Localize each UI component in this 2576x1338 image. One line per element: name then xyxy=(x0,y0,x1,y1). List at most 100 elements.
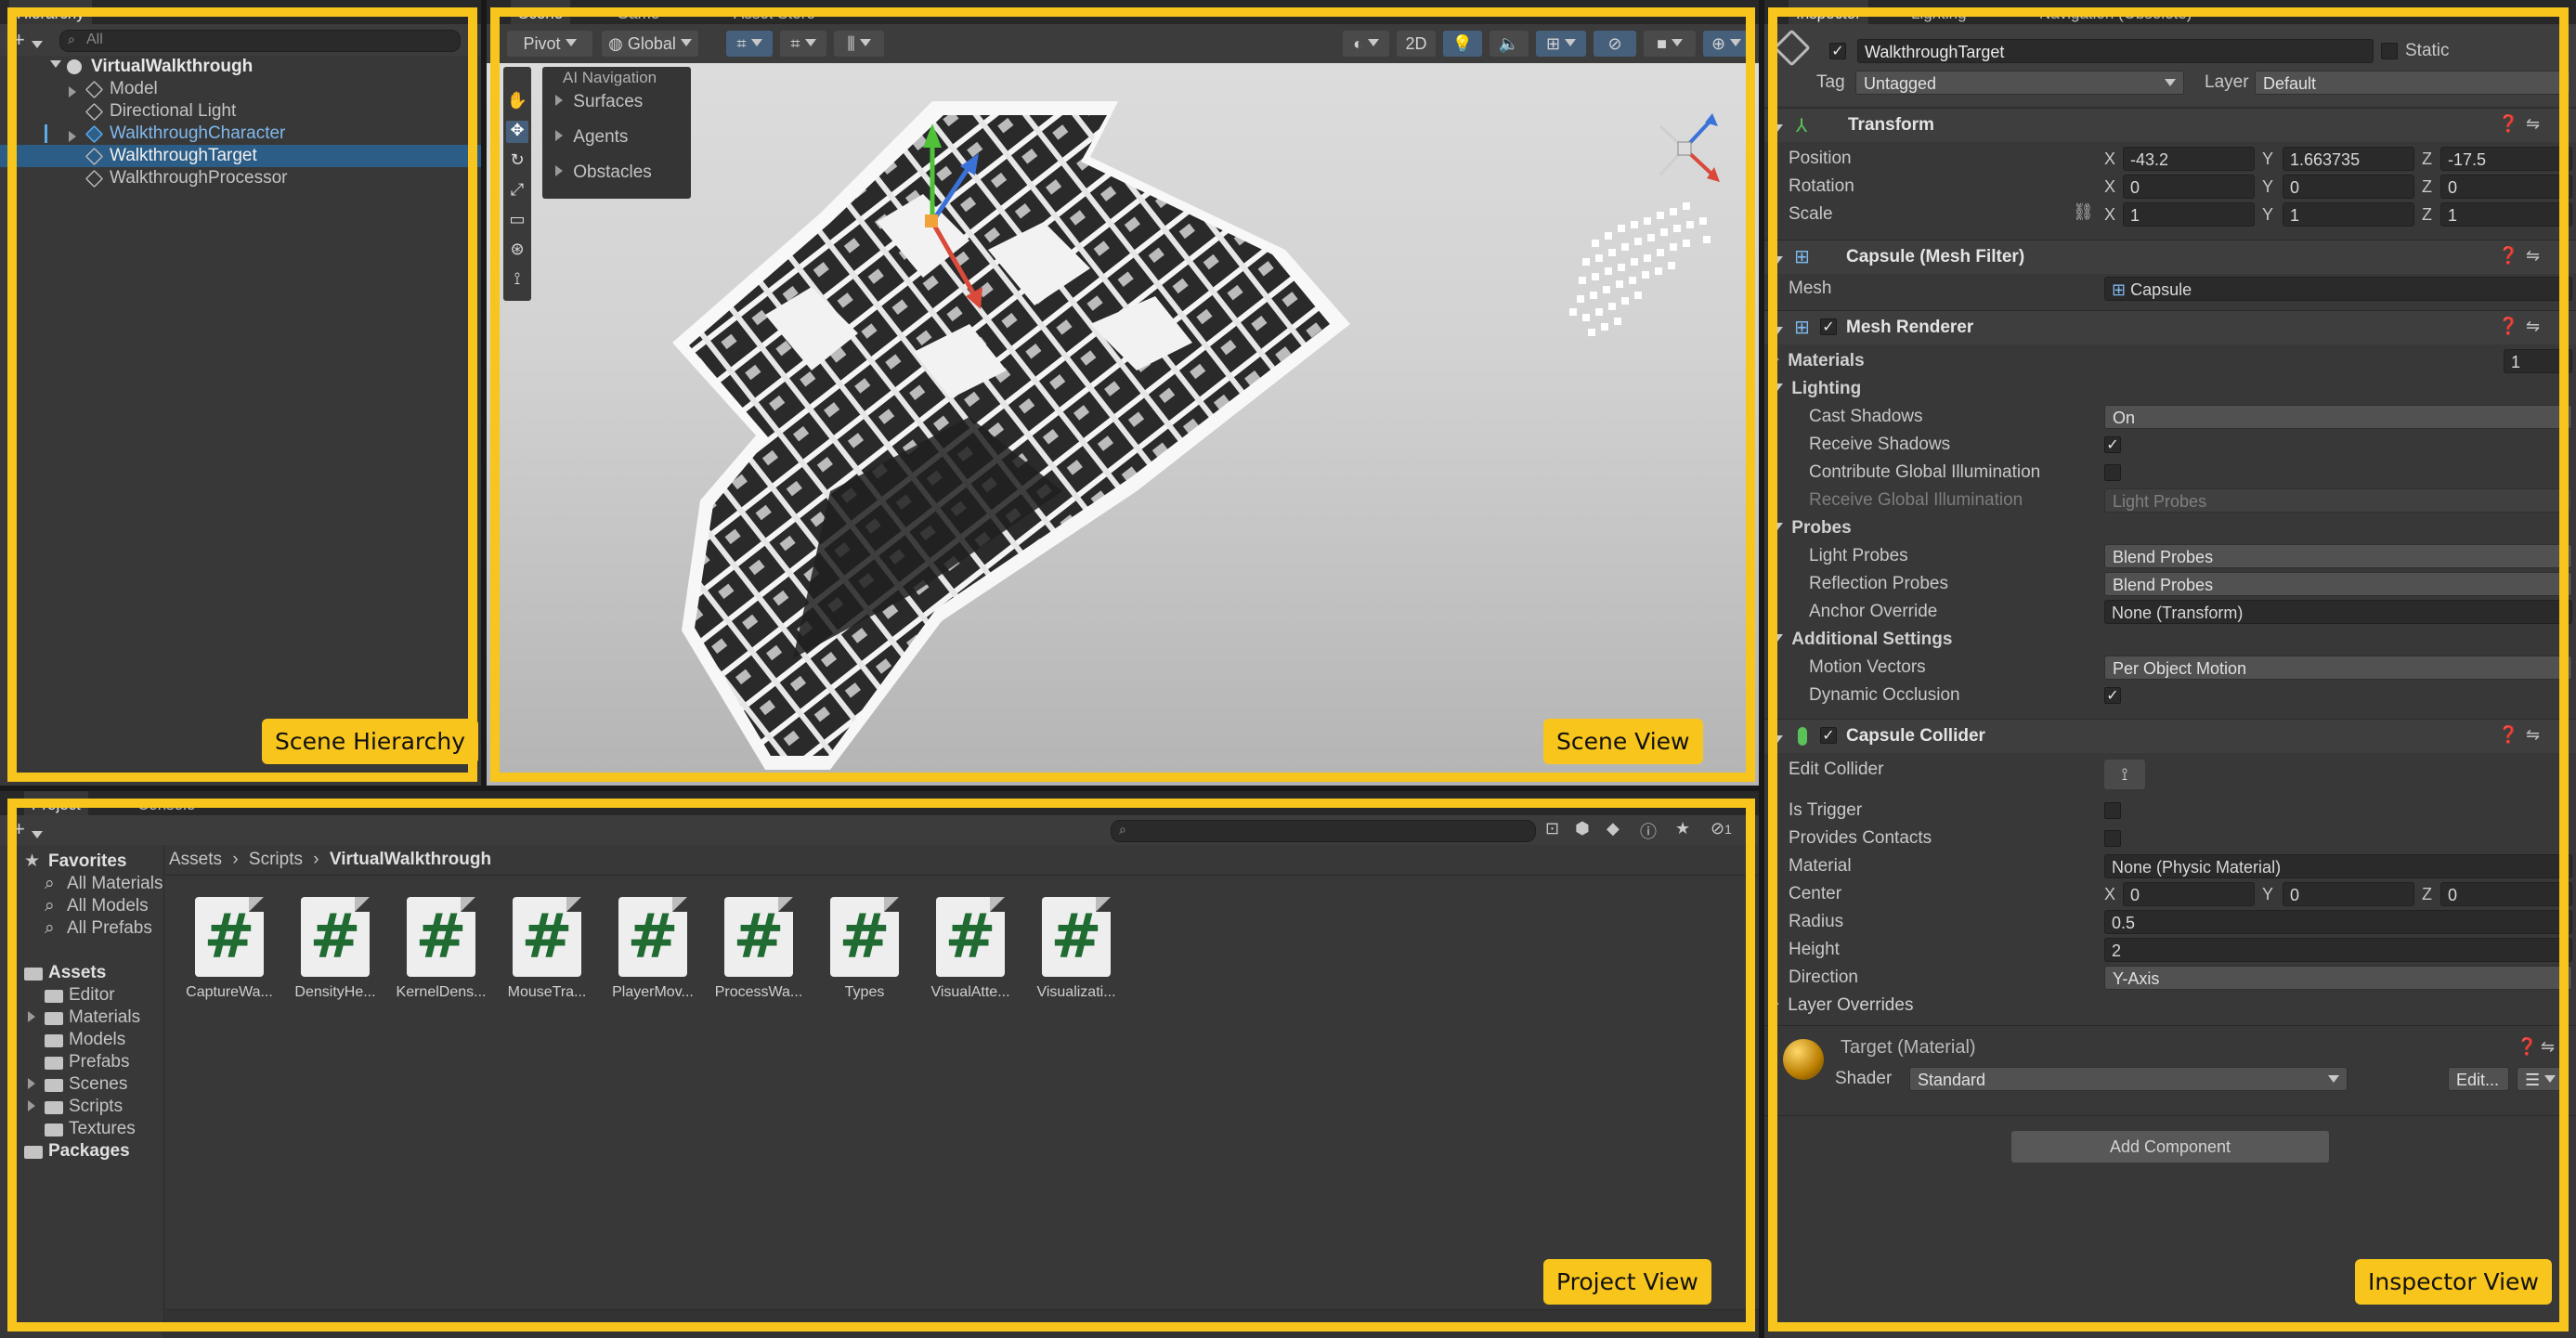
audio-toggle-icon[interactable]: 🔈 xyxy=(1490,31,1529,57)
dynamic-occlusion-checkbox[interactable]: ✓ xyxy=(2104,687,2121,704)
chevron-down-icon[interactable] xyxy=(1772,731,1783,751)
tag-dropdown[interactable]: Untagged xyxy=(1855,71,2184,95)
lighting-toggle-icon[interactable]: 💡 xyxy=(1443,31,1482,57)
tab-scene[interactable]: Scene xyxy=(511,0,571,24)
tab-asset-store[interactable]: Asset Store xyxy=(726,0,823,24)
hierarchy-search-input[interactable]: ⌕ All xyxy=(59,30,461,52)
search-by-type-icon[interactable]: ⊡ xyxy=(1545,819,1559,838)
folder-editor[interactable]: Editor xyxy=(0,984,163,1007)
gizmos-toggle-icon[interactable]: ⊕ xyxy=(1703,31,1750,57)
physic-material-field[interactable]: None (Physic Material) xyxy=(2104,854,2572,878)
probes-foldout[interactable]: Probes xyxy=(1772,516,1852,540)
help-icon[interactable]: ❓ xyxy=(2498,246,2518,266)
script-asset[interactable]: # DensityHe... xyxy=(286,897,384,1001)
help-icon[interactable]: ❓ xyxy=(2498,725,2518,745)
anchor-override-field[interactable]: None (Transform) xyxy=(2104,600,2572,624)
folder-textures[interactable]: Textures xyxy=(0,1118,163,1140)
hierarchy-item-walkthrough-target[interactable]: WalkthroughTarget xyxy=(0,145,481,167)
tab-game[interactable]: Game xyxy=(609,0,667,24)
height-field[interactable]: 2 xyxy=(2104,938,2572,962)
assets-folder[interactable]: Assets xyxy=(0,962,163,984)
info-icon[interactable]: ⓘ xyxy=(1640,819,1657,843)
visibility-toggle-icon[interactable]: ⊘ xyxy=(1594,31,1636,57)
favorite-item-all-prefabs[interactable]: ⌕ All Prefabs xyxy=(0,917,163,940)
folder-scripts[interactable]: Scripts xyxy=(0,1096,163,1118)
hidden-packages-icon[interactable]: ⊘1 xyxy=(1711,819,1732,838)
pivot-dropdown[interactable]: Pivot xyxy=(507,31,592,57)
shader-dropdown[interactable]: Standard xyxy=(1909,1067,2348,1091)
chevron-right-icon[interactable] xyxy=(28,1007,35,1030)
object-name-field[interactable]: WalkthroughTarget xyxy=(1857,39,2374,63)
tab-project[interactable]: Project xyxy=(24,791,88,815)
folder-scenes[interactable]: Scenes xyxy=(0,1073,163,1096)
script-asset[interactable]: # Types xyxy=(815,897,914,1001)
layer-dropdown[interactable]: Default xyxy=(2255,71,2570,95)
script-asset[interactable]: # PlayerMov... xyxy=(604,897,702,1001)
rotation-x-field[interactable]: 0 xyxy=(2123,175,2255,199)
contribute-gi-checkbox[interactable] xyxy=(2104,464,2121,481)
scale-z-field[interactable]: 1 xyxy=(2440,202,2572,227)
breadcrumb-scripts[interactable]: Scripts xyxy=(249,850,303,869)
shader-menu-button[interactable]: ☰ xyxy=(2517,1067,2569,1091)
script-asset[interactable]: # MouseTra... xyxy=(498,897,596,1001)
lighting-foldout[interactable]: Lighting xyxy=(1772,377,1861,401)
motion-vectors-dropdown[interactable]: Per Object Motion xyxy=(2104,656,2572,680)
script-asset[interactable]: # ProcessWa... xyxy=(709,897,808,1001)
global-dropdown[interactable]: ◍ Global xyxy=(602,31,698,57)
chevron-down-icon[interactable] xyxy=(1772,252,1783,272)
add-icon[interactable]: + xyxy=(13,28,25,52)
tab-console[interactable]: Console xyxy=(130,791,202,815)
rotation-y-field[interactable]: 0 xyxy=(2283,175,2414,199)
folder-prefabs[interactable]: Prefabs xyxy=(0,1051,163,1073)
active-checkbox[interactable]: ✓ xyxy=(1829,43,1846,59)
chevron-down-icon[interactable] xyxy=(50,55,61,77)
scale-y-field[interactable]: 1 xyxy=(2283,202,2414,227)
favorite-star-icon[interactable]: ★ xyxy=(1675,819,1690,838)
tab-lighting[interactable]: Lighting xyxy=(1904,0,1974,24)
center-x-field[interactable]: 0 xyxy=(2123,882,2255,906)
radius-field[interactable]: 0.5 xyxy=(2104,910,2572,934)
script-asset[interactable]: # CaptureWa... xyxy=(180,897,279,1001)
scale-x-field[interactable]: 1 xyxy=(2123,202,2255,227)
settings-icon[interactable]: ⇋ xyxy=(2541,1037,2555,1057)
favorite-item-all-models[interactable]: ⌕ All Models xyxy=(0,895,163,917)
center-z-field[interactable]: 0 xyxy=(2440,882,2572,906)
static-checkbox[interactable] xyxy=(2381,43,2398,59)
help-icon[interactable]: ❓ xyxy=(2498,317,2518,336)
mesh-object-field[interactable]: ⊞ Capsule xyxy=(2104,277,2572,301)
center-y-field[interactable]: 0 xyxy=(2283,882,2414,906)
material-preview[interactable] xyxy=(1783,1039,1824,1080)
capsule-collider-enabled-checkbox[interactable]: ✓ xyxy=(1820,727,1837,744)
chevron-down-icon[interactable] xyxy=(1772,322,1783,343)
provides-contacts-checkbox[interactable] xyxy=(2104,830,2121,847)
capsule-collider-header[interactable]: ✓ Capsule Collider ❓ ⇋ xyxy=(1764,719,2576,753)
breadcrumb-assets[interactable]: Assets xyxy=(169,850,222,869)
reflection-probes-dropdown[interactable]: Blend Probes xyxy=(2104,572,2572,596)
chevron-down-icon[interactable] xyxy=(32,826,43,847)
transform-header[interactable]: ⅄ Transform ❓ ⇋ xyxy=(1764,108,2576,142)
effects-toggle-icon[interactable]: ⊞ xyxy=(1536,31,1586,57)
script-asset[interactable]: # VisualAtte... xyxy=(921,897,1020,1001)
camera-settings-icon[interactable]: ■ xyxy=(1644,31,1696,57)
scene-viewport[interactable]: ✋ ✥ ↻ ⤢ ▭ ⊛ ⟟ AI Navigation Surfaces Age… xyxy=(487,63,1759,786)
tag-icon[interactable]: ◆ xyxy=(1607,819,1620,838)
position-x-field[interactable]: -43.2 xyxy=(2123,147,2255,171)
edit-collider-button[interactable]: ⟟ xyxy=(2104,760,2145,789)
project-search-input[interactable]: ⌕ xyxy=(1111,820,1536,842)
folder-materials[interactable]: Materials xyxy=(0,1007,163,1029)
add-component-button[interactable]: Add Component xyxy=(2011,1131,2329,1163)
cast-shadows-dropdown[interactable]: On xyxy=(2104,405,2572,429)
tab-inspector[interactable]: Inspector xyxy=(1789,0,1868,24)
hierarchy-root[interactable]: VirtualWalkthrough xyxy=(0,56,481,78)
settings-icon[interactable]: ⇋ xyxy=(2526,114,2540,134)
settings-icon[interactable]: ⇋ xyxy=(2526,317,2540,336)
hierarchy-item-walkthrough-processor[interactable]: WalkthroughProcessor xyxy=(0,167,481,189)
script-asset[interactable]: # Visualizati... xyxy=(1027,897,1125,1001)
help-icon[interactable]: ❓ xyxy=(2517,1037,2537,1057)
mesh-renderer-header[interactable]: ⊞ ✓ Mesh Renderer ❓ ⇋ xyxy=(1764,310,2576,344)
breadcrumb-virtual-walkthrough[interactable]: VirtualWalkthrough xyxy=(330,850,491,869)
shading-mode-dropdown[interactable]: ◐ xyxy=(1343,31,1389,57)
align-button[interactable]: ⫼ xyxy=(834,31,884,57)
chevron-down-icon[interactable] xyxy=(32,36,43,57)
grid-snap-button[interactable]: ⌗ xyxy=(726,31,773,57)
